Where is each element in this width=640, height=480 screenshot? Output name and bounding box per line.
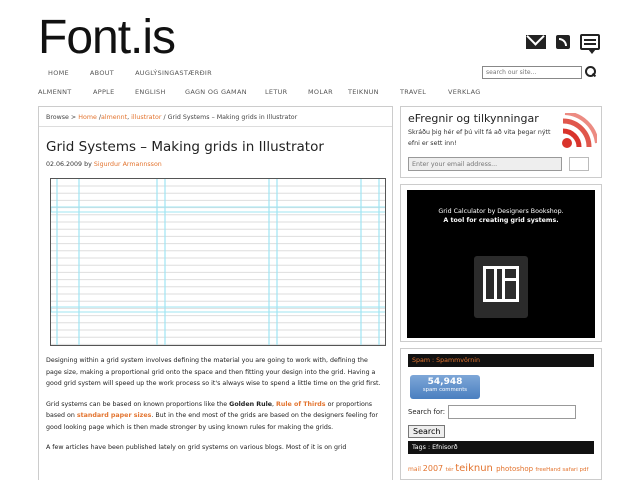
post-paragraph: Grid systems can be based on known propo… bbox=[46, 399, 385, 434]
grid-illustration bbox=[50, 178, 386, 346]
post-author[interactable]: Sigurdur Armannsson bbox=[94, 161, 162, 168]
tag-link[interactable]: pdf bbox=[579, 467, 588, 473]
breadcrumb: Browse > Home /almennt, illustrator / Gr… bbox=[46, 114, 385, 121]
link-rule-of-thirds[interactable]: Rule of Thirds bbox=[276, 401, 326, 408]
category-nav: ALMENNT APPLE ENGLISH GAGN OG GAMAN LETU… bbox=[38, 88, 481, 96]
breadcrumb-comma: , bbox=[127, 114, 130, 121]
tag-link[interactable]: 2007 bbox=[423, 464, 446, 473]
nav-cat-english[interactable]: ENGLISH bbox=[135, 88, 185, 96]
tag-link[interactable]: freeHand bbox=[535, 467, 562, 473]
spam-count: 54,948 bbox=[427, 377, 463, 387]
breadcrumb-cat-illustrator[interactable]: illustrator bbox=[131, 114, 161, 121]
grid-calculator-logo-icon bbox=[474, 256, 528, 318]
post-title[interactable]: Grid Systems – Making grids in Illustrat… bbox=[46, 139, 385, 155]
post-meta: 02.06.2009 by Sigurdur Armannsson bbox=[46, 161, 385, 168]
spam-search-box: Spam : Spammvörnin 54,948 spam comments … bbox=[400, 348, 602, 480]
grid-calculator-ad[interactable]: Grid Calculator by Designers Bookshop. A… bbox=[407, 190, 595, 338]
tag-link[interactable]: mail bbox=[408, 466, 423, 473]
subscribe-button[interactable] bbox=[569, 157, 589, 171]
grid-illustration-svg bbox=[51, 179, 385, 345]
nav-cat-gagn-og-gaman[interactable]: GAGN OG GAMAN bbox=[185, 88, 265, 96]
ad-line-2: A tool for creating grid systems. bbox=[443, 217, 559, 224]
post-by: by bbox=[84, 161, 92, 168]
breadcrumb-cat-almennt[interactable]: almennt bbox=[101, 114, 127, 121]
spam-heading: Spam : Spammvörnin bbox=[408, 354, 594, 367]
tag-link[interactable]: tér bbox=[446, 467, 456, 473]
header-icons bbox=[526, 34, 600, 54]
spam-counter-badge[interactable]: 54,948 spam comments bbox=[410, 375, 480, 399]
nav-advertising[interactable]: AUGLÝSINGASTÆRÐIR bbox=[135, 69, 212, 77]
mail-icon[interactable] bbox=[526, 35, 546, 49]
nav-cat-verklag[interactable]: VERKLAG bbox=[448, 88, 481, 96]
nav-cat-molar[interactable]: MOLAR bbox=[308, 88, 348, 96]
post-paragraph: A few articles have been published latel… bbox=[46, 444, 347, 451]
link-standard-paper-sizes[interactable]: standard paper sizes bbox=[77, 412, 151, 419]
ad-box: Grid Calculator by Designers Bookshop. A… bbox=[400, 184, 602, 342]
nav-cat-teiknun[interactable]: TEIKNUN bbox=[348, 88, 400, 96]
search-button[interactable]: Search bbox=[408, 425, 446, 438]
breadcrumb-current: Grid Systems – Making grids in Illustrat… bbox=[167, 114, 298, 121]
comment-icon[interactable] bbox=[580, 34, 600, 54]
nav-cat-apple[interactable]: APPLE bbox=[93, 88, 135, 96]
text-bold: Golden Rule bbox=[229, 400, 273, 408]
nav-cat-travel[interactable]: TRAVEL bbox=[400, 88, 448, 96]
site-logo[interactable]: Font.is bbox=[38, 10, 176, 66]
search-label: Search for: bbox=[408, 408, 446, 416]
nav-about[interactable]: ABOUT bbox=[90, 69, 114, 77]
breadcrumb-prefix: Browse > bbox=[46, 114, 77, 121]
site-search-input[interactable] bbox=[482, 66, 582, 79]
search-form: Search for: bbox=[408, 405, 594, 419]
post-date: 02.06.2009 bbox=[46, 161, 83, 168]
sidebar-search-input[interactable] bbox=[448, 405, 577, 419]
tag-link[interactable]: teiknun bbox=[455, 463, 496, 474]
nav-cat-letur[interactable]: LETUR bbox=[265, 88, 308, 96]
search-icon[interactable] bbox=[584, 66, 596, 78]
newsletter-desc: Skráðu þig hér ef þú vilt fá að vita þeg… bbox=[408, 129, 551, 147]
text-run: Grid systems can be based on known propo… bbox=[46, 400, 230, 408]
tag-link[interactable]: photoshop bbox=[496, 465, 535, 473]
tag-link[interactable]: safari bbox=[562, 467, 579, 473]
tags-heading: Tags : Efnisorð bbox=[408, 441, 594, 454]
primary-nav: HOME ABOUT AUGLÝSINGASTÆRÐIR bbox=[48, 69, 212, 77]
divider bbox=[39, 126, 392, 127]
nav-cat-almennt[interactable]: ALMENNT bbox=[38, 88, 93, 96]
email-field[interactable] bbox=[408, 157, 562, 171]
rss-large-icon[interactable] bbox=[559, 113, 597, 151]
breadcrumb-home[interactable]: Home bbox=[78, 114, 97, 121]
ad-line-1: Grid Calculator by Designers Bookshop. bbox=[438, 208, 564, 215]
spam-count-label: spam comments bbox=[422, 387, 468, 393]
post-container: Browse > Home /almennt, illustrator / Gr… bbox=[38, 106, 393, 480]
tag-cloud: mail 2007 tér teiknun photoshop freeHand… bbox=[408, 460, 594, 476]
nav-home[interactable]: HOME bbox=[48, 69, 69, 77]
newsletter-box: eFregnir og tilkynningar Skráðu þig hér … bbox=[400, 106, 602, 178]
post-paragraph: Designing within a grid system involves … bbox=[46, 357, 381, 387]
rss-icon[interactable] bbox=[556, 35, 570, 49]
breadcrumb-sep: / bbox=[163, 114, 166, 121]
